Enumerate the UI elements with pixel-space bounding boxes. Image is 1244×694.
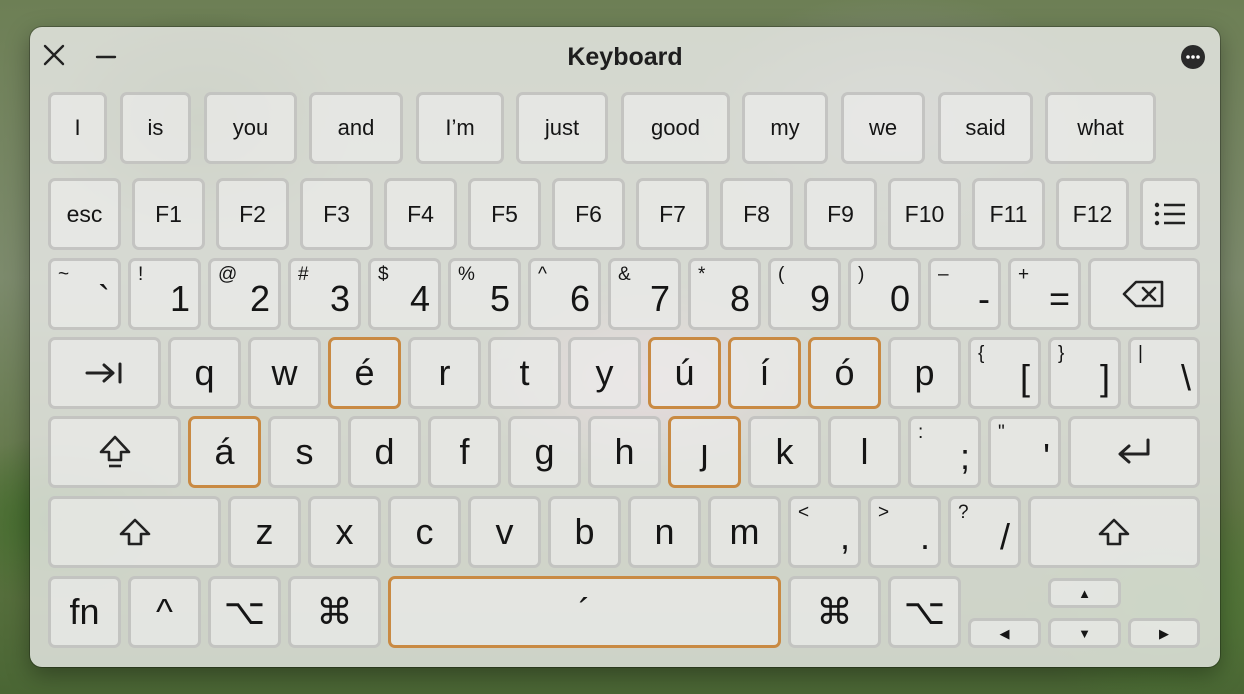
fn-key[interactable]: fn [48, 576, 121, 648]
key-w[interactable]: w [248, 337, 321, 409]
key-s[interactable]: s [268, 416, 341, 488]
tab-icon[interactable] [48, 337, 161, 409]
suggestion-key[interactable]: what [1045, 92, 1156, 164]
suggestion-key[interactable]: good [621, 92, 730, 164]
space-bar[interactable]: ´ [388, 576, 781, 648]
esc-key[interactable]: esc [48, 178, 121, 250]
suggestion-key[interactable]: I’m [416, 92, 504, 164]
key-o-acute[interactable]: ó [808, 337, 881, 409]
left-shift-icon[interactable] [48, 496, 221, 568]
arrow-left-key[interactable]: ◀ [968, 618, 1041, 648]
right-bracket-key[interactable]: }] [1048, 337, 1121, 409]
f5-key[interactable]: F5 [468, 178, 541, 250]
key-6[interactable]: ^ 6 [528, 258, 601, 330]
suggestion-key[interactable]: and [309, 92, 403, 164]
more-options-icon[interactable] [1181, 45, 1205, 69]
comma-key[interactable]: <, [788, 496, 861, 568]
key-e-acute[interactable]: é [328, 337, 401, 409]
key-i-acute[interactable]: í [728, 337, 801, 409]
key-r[interactable]: r [408, 337, 481, 409]
f4-key[interactable]: F4 [384, 178, 457, 250]
key-8[interactable]: * 8 [688, 258, 761, 330]
backtick-key[interactable]: ~ ` [48, 258, 121, 330]
f9-key[interactable]: F9 [804, 178, 877, 250]
list-icon[interactable] [1140, 178, 1200, 250]
suggestion-key[interactable]: just [516, 92, 608, 164]
f2-key[interactable]: F2 [216, 178, 289, 250]
window-title: Keyboard [567, 43, 683, 71]
delete-backspace-icon[interactable] [1088, 258, 1200, 330]
f12-key[interactable]: F12 [1056, 178, 1129, 250]
key-q[interactable]: q [168, 337, 241, 409]
key-0[interactable]: ) 0 [848, 258, 921, 330]
control-key[interactable]: ^ [128, 576, 201, 648]
key-3[interactable]: #3 [288, 258, 361, 330]
key-l[interactable]: l [828, 416, 901, 488]
quote-key[interactable]: " ' [988, 416, 1061, 488]
key-v[interactable]: v [468, 496, 541, 568]
f8-key[interactable]: F8 [720, 178, 793, 250]
period-key[interactable]: >. [868, 496, 941, 568]
arrow-down-key[interactable]: ▼ [1048, 618, 1121, 648]
key-t[interactable]: t [488, 337, 561, 409]
right-option-key[interactable]: ⌥ [888, 576, 961, 648]
suggestion-key[interactable]: said [938, 92, 1033, 164]
key-5[interactable]: % 5 [448, 258, 521, 330]
key-7[interactable]: & 7 [608, 258, 681, 330]
key-h[interactable]: h [588, 416, 661, 488]
left-command-key[interactable]: ⌘ [288, 576, 381, 648]
key-4[interactable]: $4 [368, 258, 441, 330]
semicolon-key[interactable]: :; [908, 416, 981, 488]
right-shift-icon[interactable] [1028, 496, 1200, 568]
minus-key[interactable]: – - [928, 258, 1001, 330]
key-n[interactable]: n [628, 496, 701, 568]
key-p[interactable]: p [888, 337, 961, 409]
suggestion-key[interactable]: my [742, 92, 828, 164]
arrow-up-key[interactable]: ▲ [1048, 578, 1121, 608]
right-command-key[interactable]: ⌘ [788, 576, 881, 648]
key-1[interactable]: ! 1 [128, 258, 201, 330]
f7-key[interactable]: F7 [636, 178, 709, 250]
key-u-acute[interactable]: ú [648, 337, 721, 409]
key-g[interactable]: g [508, 416, 581, 488]
f6-key[interactable]: F6 [552, 178, 625, 250]
key-2[interactable]: @2 [208, 258, 281, 330]
slash-key[interactable]: ? / [948, 496, 1021, 568]
key-m[interactable]: m [708, 496, 781, 568]
arrow-right-key[interactable]: ▶ [1128, 618, 1200, 648]
key-9[interactable]: (9 [768, 258, 841, 330]
key-f[interactable]: f [428, 416, 501, 488]
f3-key[interactable]: F3 [300, 178, 373, 250]
key-a-acute[interactable]: á [188, 416, 261, 488]
key-x[interactable]: x [308, 496, 381, 568]
key-y[interactable]: y [568, 337, 641, 409]
backslash-key[interactable]: | \ [1128, 337, 1200, 409]
f1-key[interactable]: F1 [132, 178, 205, 250]
keyboard-viewer-window: Keyboard I is you and I’m just good my w… [30, 27, 1220, 667]
key-d[interactable]: d [348, 416, 421, 488]
key-b[interactable]: b [548, 496, 621, 568]
key-j-acute[interactable]: ȷ [668, 416, 741, 488]
suggestion-key[interactable]: I [48, 92, 107, 164]
return-icon[interactable] [1068, 416, 1200, 488]
titlebar: Keyboard [30, 27, 1220, 87]
key-c[interactable]: c [388, 496, 461, 568]
key-z[interactable]: z [228, 496, 301, 568]
key-k[interactable]: k [748, 416, 821, 488]
suggestion-key[interactable]: is [120, 92, 191, 164]
suggestion-key[interactable]: we [841, 92, 925, 164]
f10-key[interactable]: F10 [888, 178, 961, 250]
left-option-key[interactable]: ⌥ [208, 576, 281, 648]
equals-key[interactable]: + = [1008, 258, 1081, 330]
left-bracket-key[interactable]: {[ [968, 337, 1041, 409]
f11-key[interactable]: F11 [972, 178, 1045, 250]
suggestion-key[interactable]: you [204, 92, 297, 164]
caps-lock-icon[interactable] [48, 416, 181, 488]
